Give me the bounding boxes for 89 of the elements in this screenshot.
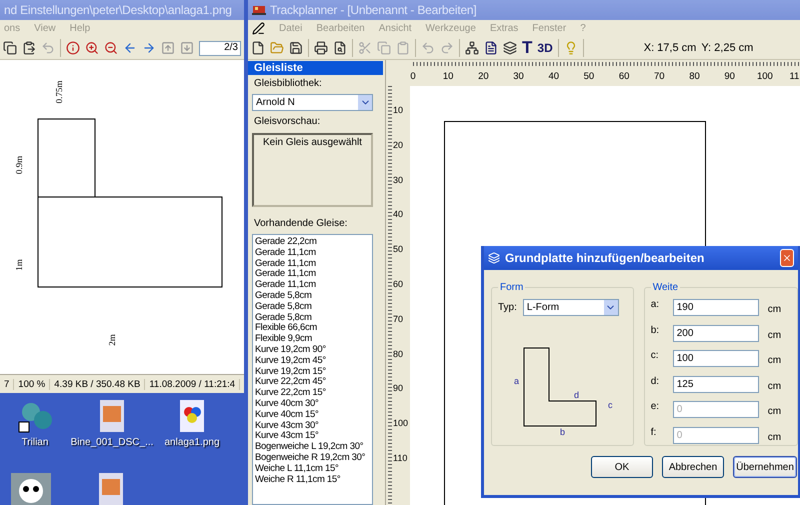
list-item[interactable]: Kurve 43cm 15° <box>255 431 370 442</box>
dialog-icon <box>488 252 500 264</box>
group-label: Weite <box>652 282 680 293</box>
field-label: Typ: <box>498 302 517 313</box>
list-item[interactable]: Gerade 11,1cm <box>255 269 370 280</box>
icon-label[interactable]: anlaga1.png <box>164 437 220 448</box>
l-shape-diagram: a b c d <box>498 326 618 436</box>
image-file-icon <box>96 473 126 505</box>
network-icon[interactable] <box>465 41 479 55</box>
track-preview: Kein Gleis ausgewählt <box>252 133 373 207</box>
list-item[interactable]: Gerade 5,8cm <box>255 290 370 302</box>
icon-label[interactable]: Bine_001_DSC_... <box>70 437 154 448</box>
pen-icon[interactable] <box>252 22 265 35</box>
unit-label: cm <box>766 430 782 442</box>
dialog-button[interactable]: OK <box>591 456 653 478</box>
list-item[interactable]: Flexible 9,9cm <box>255 334 370 345</box>
status-text: 4.39 KB / 350.48 KB <box>50 378 146 390</box>
list-item[interactable]: Kurve 40cm 15° <box>255 410 370 421</box>
group-label: Form <box>499 282 524 293</box>
status-text: 100 % <box>14 378 50 390</box>
document-icon[interactable] <box>484 41 498 55</box>
floor-plan-drawing: 0.75m 0.9m 1m 2m <box>0 60 240 370</box>
printer-icon[interactable] <box>314 41 328 55</box>
list-item[interactable]: Gerade 11,1cm <box>255 280 370 291</box>
list-item[interactable]: Weiche L 11,1cm 15° <box>255 464 370 475</box>
train-icon <box>252 4 266 16</box>
field-label: e: <box>650 401 660 412</box>
list-item[interactable]: Bogenweiche R 19,2cm 30° <box>255 452 370 464</box>
list-item[interactable]: Kurve 22,2cm 15° <box>255 388 370 399</box>
field-label: f: <box>650 426 658 438</box>
panel-header: Gleisliste <box>248 61 383 75</box>
list-item[interactable]: Gerade 11,1cm <box>255 248 370 259</box>
info-icon[interactable] <box>66 41 80 55</box>
paste-icon[interactable] <box>22 41 36 55</box>
coordinate-text: X: 17,5 cm <box>644 42 696 54</box>
window-title: nd Einstellungen\peter\Desktop\anlaga1.png <box>4 3 232 17</box>
close-icon <box>782 253 792 263</box>
unit-label: cm <box>766 405 782 417</box>
status-text: 7 <box>0 378 14 390</box>
type-dropdown[interactable]: L-Form <box>522 299 619 316</box>
field-label: d: <box>650 376 660 386</box>
list-item[interactable]: Gerade 5,8cm <box>255 312 370 324</box>
library-dropdown[interactable]: Arnold N <box>252 94 373 111</box>
number-input[interactable]: 125 <box>672 376 759 392</box>
zoom-in-icon[interactable] <box>84 41 99 55</box>
field-label: a: <box>650 299 660 310</box>
list-item[interactable]: Weiche R 11,1cm 15° <box>255 474 370 486</box>
field-label: b: <box>650 324 660 336</box>
list-item[interactable]: Kurve 40cm 30° <box>255 398 370 410</box>
status-text: 11.08.2009 / 11:21:4 <box>145 378 240 390</box>
save-icon[interactable] <box>289 41 303 55</box>
list-item[interactable]: Bogenweiche L 19,2cm 30° <box>255 442 370 453</box>
unit-label: cm <box>766 303 782 315</box>
list-item[interactable]: Kurve 19,2cm 15° <box>255 366 370 378</box>
list-item[interactable]: Gerade 22,2cm <box>255 237 370 248</box>
list-item[interactable]: Gerade 5,8cm <box>255 302 370 313</box>
vertical-ruler: 10 20 30 40 50 60 70 80 90 100 110 <box>386 86 410 505</box>
zoom-out-icon[interactable] <box>104 41 118 55</box>
copy-icon[interactable] <box>3 41 17 55</box>
field-label: Gleisvorschau: <box>253 115 322 129</box>
list-item[interactable]: Flexible 66,6cm <box>255 323 370 334</box>
unit-label: cm <box>766 380 782 392</box>
unit-label: cm <box>766 328 782 340</box>
field-label: c: <box>650 350 660 361</box>
number-input[interactable]: 200 <box>672 324 759 342</box>
dialog-button[interactable]: Übernehmen <box>733 456 797 478</box>
list-item[interactable]: Kurve 19,2cm 45° <box>255 356 370 367</box>
text-tool-button[interactable]: T <box>522 38 532 58</box>
unit-label: cm <box>766 354 782 366</box>
layers-icon[interactable] <box>503 41 517 55</box>
close-button[interactable] <box>780 249 794 267</box>
number-input[interactable]: 190 <box>672 299 759 316</box>
panda-icon <box>11 473 51 505</box>
field-label: Vorhandende Gleise: <box>253 217 348 231</box>
list-item[interactable]: Kurve 19,2cm 90° <box>255 344 370 356</box>
number-input[interactable]: 100 <box>672 350 759 367</box>
coordinate-text: Y: 2,25 cm <box>701 42 754 54</box>
print-preview-icon[interactable] <box>333 41 347 55</box>
icon-label[interactable]: Trilian <box>22 437 48 448</box>
dialog-button[interactable]: Abbrechen <box>662 456 724 478</box>
3d-button[interactable]: 3D <box>537 41 553 55</box>
field-label: Gleisbibliothek: <box>253 77 323 91</box>
window-title: Trackplanner - [Unbenannt - Bearbeiten] <box>270 3 477 17</box>
list-item[interactable]: Kurve 43cm 30° <box>255 420 370 432</box>
new-file-icon[interactable] <box>251 41 265 55</box>
page-field[interactable]: 2/3 <box>198 40 241 56</box>
list-item[interactable]: Gerade 11,1cm <box>255 258 370 270</box>
dialog-title: Grundplatte hinzufügen/bearbeiten <box>505 251 706 265</box>
list-item[interactable]: Kurve 22,2cm 45° <box>255 377 370 388</box>
